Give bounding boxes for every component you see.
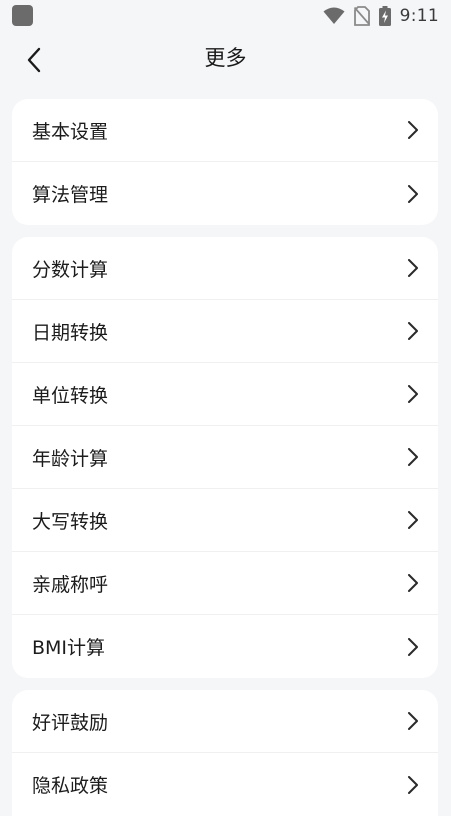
menu-item-unit-conversion[interactable]: 单位转换: [12, 363, 438, 426]
page-title: 更多: [204, 46, 247, 70]
chevron-right-icon: [406, 574, 420, 592]
chevron-right-icon: [406, 712, 420, 730]
menu-item-age-calc[interactable]: 年龄计算: [12, 426, 438, 489]
chevron-right-icon: [406, 385, 420, 403]
menu-item-date-conversion[interactable]: 日期转换: [12, 300, 438, 363]
no-sim-icon: [353, 6, 370, 26]
chevron-right-icon: [406, 259, 420, 277]
tools-group-card: 分数计算 日期转换 单位转换 年龄计算 大写转换 亲戚称呼 BMI计算: [12, 237, 438, 678]
chevron-right-icon: [406, 637, 420, 656]
menu-item-fraction-calc[interactable]: 分数计算: [12, 237, 438, 300]
app-notification-icon: [12, 5, 33, 26]
chevron-right-icon: [406, 775, 420, 794]
menu-item-uppercase-conversion[interactable]: 大写转换: [12, 489, 438, 552]
status-icons: 9:11: [323, 0, 439, 32]
chevron-right-icon: [406, 511, 420, 529]
menu-item-label: 亲戚称呼: [32, 573, 109, 596]
menu-item-relative-titles[interactable]: 亲戚称呼: [12, 552, 438, 615]
menu-item-label: 分数计算: [32, 258, 109, 281]
menu-item-privacy-policy[interactable]: 隐私政策: [12, 753, 438, 816]
wifi-icon: [323, 7, 345, 24]
about-group-card: 好评鼓励 隐私政策: [12, 690, 438, 816]
header: 更多: [0, 32, 451, 84]
chevron-right-icon: [406, 448, 420, 466]
menu-item-label: 单位转换: [32, 384, 109, 407]
battery-charging-icon: [378, 6, 391, 26]
chevron-right-icon: [406, 121, 420, 139]
status-time: 9:11: [399, 6, 439, 26]
menu-item-label: BMI计算: [32, 637, 106, 659]
menu-item-label: 大写转换: [32, 510, 109, 533]
menu-item-label: 隐私政策: [32, 775, 109, 797]
menu-item-basic-settings[interactable]: 基本设置: [12, 99, 438, 162]
menu-item-bmi-calc[interactable]: BMI计算: [12, 615, 438, 678]
menu-item-label: 年龄计算: [32, 447, 109, 470]
chevron-right-icon: [406, 322, 420, 340]
menu-item-label: 好评鼓励: [32, 711, 109, 734]
menu-item-algorithm-management[interactable]: 算法管理: [12, 162, 438, 225]
menu-item-rate-us[interactable]: 好评鼓励: [12, 690, 438, 753]
menu-item-label: 算法管理: [32, 184, 109, 206]
menu-item-label: 日期转换: [32, 321, 109, 344]
settings-group-card: 基本设置 算法管理: [12, 99, 438, 225]
chevron-right-icon: [406, 184, 420, 203]
status-bar: 9:11: [0, 0, 451, 32]
menu-item-label: 基本设置: [32, 120, 109, 143]
